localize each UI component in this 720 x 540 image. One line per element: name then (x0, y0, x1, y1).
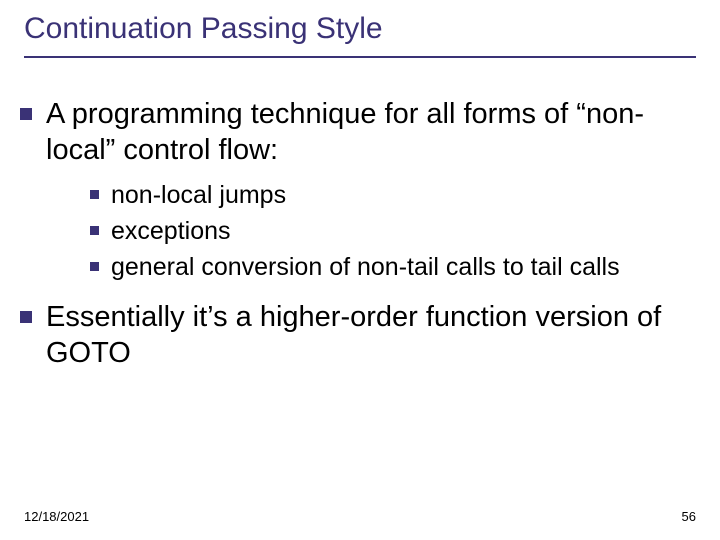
bullet-text: exceptions (111, 215, 231, 247)
footer-date: 12/18/2021 (24, 509, 89, 524)
bullet-level2: exceptions (90, 215, 696, 247)
square-bullet-icon (90, 190, 99, 199)
bullet-level2: general conversion of non-tail calls to … (90, 251, 696, 283)
slide-title: Continuation Passing Style (24, 12, 383, 46)
slide-body: A programming technique for all forms of… (20, 96, 696, 381)
bullet-text: non-local jumps (111, 179, 286, 211)
bullet-text: A programming technique for all forms of… (46, 96, 696, 169)
sub-bullets: non-local jumps exceptions general conve… (90, 179, 696, 283)
title-rule (24, 56, 696, 58)
square-bullet-icon (20, 311, 32, 323)
footer-page-number: 56 (682, 509, 696, 524)
bullet-text: general conversion of non-tail calls to … (111, 251, 620, 283)
bullet-level1: A programming technique for all forms of… (20, 96, 696, 169)
square-bullet-icon (90, 262, 99, 271)
slide: Continuation Passing Style A programming… (0, 0, 720, 540)
bullet-text: Essentially it’s a higher-order function… (46, 299, 696, 372)
square-bullet-icon (90, 226, 99, 235)
bullet-level1: Essentially it’s a higher-order function… (20, 299, 696, 372)
square-bullet-icon (20, 108, 32, 120)
bullet-level2: non-local jumps (90, 179, 696, 211)
